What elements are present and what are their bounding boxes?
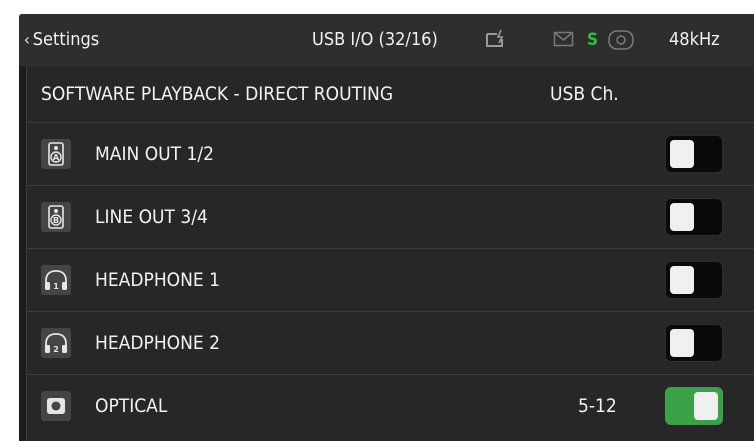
back-label: Settings [32, 29, 100, 50]
section-title: SOFTWARE PLAYBACK - DIRECT ROUTING [41, 83, 394, 105]
routing-row-headphone-2: 2 HEADPHONE 2 [27, 312, 754, 375]
optical-icon [41, 391, 71, 421]
headphone-2-toggle[interactable] [665, 324, 723, 362]
routing-row-line-out: B LINE OUT 3/4 [27, 186, 754, 249]
routing-row-main-out: A MAIN OUT 1/2 [27, 123, 754, 186]
usb-channel-value: 5-12 [578, 395, 617, 417]
toggle-knob [670, 140, 694, 168]
headphone-1-toggle[interactable] [665, 261, 723, 299]
toggle-knob [670, 203, 694, 231]
section-header: SOFTWARE PLAYBACK - DIRECT ROUTING USB C… [27, 66, 754, 123]
edit-lock-icon[interactable] [484, 14, 506, 66]
routing-row-optical: OPTICAL 5-12 [27, 375, 754, 437]
speaker-a-icon: A [41, 139, 71, 169]
toggle-knob [670, 329, 694, 357]
line-out-toggle[interactable] [665, 198, 723, 236]
chevron-left-icon: ‹ [24, 30, 30, 49]
speaker-b-icon: B [41, 202, 71, 232]
device-mode-label: USB I/O (32/16) [312, 29, 438, 50]
sample-rate-label: 48kHz [669, 29, 720, 50]
svg-text:B: B [53, 216, 59, 225]
top-bar: ‹ Settings USB I/O (32/16) S 48kHz [19, 14, 754, 66]
toggle-knob [694, 392, 718, 420]
routing-row-headphone-1: 1 HEADPHONE 1 [27, 249, 754, 312]
routing-row-label: OPTICAL [95, 395, 168, 417]
routing-row-label: LINE OUT 3/4 [95, 206, 208, 228]
usb-channel-column-header: USB Ch. [550, 83, 619, 105]
back-button[interactable]: ‹ Settings [24, 14, 99, 66]
svg-text:2: 2 [53, 345, 59, 354]
routing-row-label: HEADPHONE 2 [95, 332, 221, 354]
routing-row-label: MAIN OUT 1/2 [95, 143, 215, 165]
routing-row-label: HEADPHONE 1 [95, 269, 221, 291]
main-out-toggle[interactable] [665, 135, 723, 173]
optical-toggle[interactable] [665, 387, 723, 425]
mail-icon[interactable] [553, 14, 575, 66]
camera-icon[interactable] [606, 14, 636, 66]
svg-text:A: A [53, 153, 60, 162]
svg-text:1: 1 [53, 282, 59, 291]
routing-panel: SOFTWARE PLAYBACK - DIRECT ROUTING USB C… [26, 66, 754, 441]
toggle-knob [670, 266, 694, 294]
headphone-1-icon: 1 [41, 265, 71, 295]
sync-status-indicator: S [587, 30, 599, 50]
headphone-2-icon: 2 [41, 328, 71, 358]
settings-screen: ‹ Settings USB I/O (32/16) S 48kHz SOFTW… [19, 14, 754, 441]
